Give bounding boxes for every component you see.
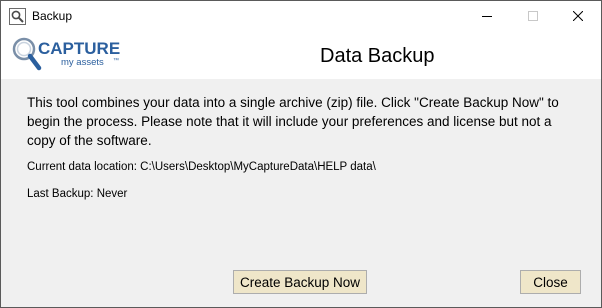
capture-logo: CAPTURE my assets ™ <box>12 37 120 71</box>
close-button[interactable]: Close <box>520 270 581 294</box>
current-location-line: Current data location: C:\Users\Desktop\… <box>27 161 376 173</box>
location-label: Current data location: <box>27 161 137 173</box>
backup-window: Backup CAPTURE my assets ™ Data Backup T… <box>0 0 602 308</box>
magnifier-icon <box>12 37 42 71</box>
description-text: This tool combines your data into a sing… <box>27 95 559 148</box>
logo-trademark: ™ <box>113 57 119 64</box>
last-backup-label: Last Backup: <box>27 188 94 200</box>
logo-brand-sub: my assets <box>61 57 104 68</box>
location-value: C:\Users\Desktop\MyCaptureData\HELP data… <box>140 161 376 173</box>
close-icon <box>573 11 583 21</box>
window-close-button[interactable] <box>555 1 601 31</box>
last-backup-line: Last Backup: Never <box>27 188 127 200</box>
minimize-button[interactable] <box>464 1 510 31</box>
window-title: Backup <box>32 9 73 23</box>
last-backup-value: Never <box>96 188 128 200</box>
app-icon <box>9 8 26 25</box>
header-band: CAPTURE my assets ™ Data Backup <box>1 31 601 79</box>
maximize-icon <box>528 11 538 21</box>
maximize-button[interactable] <box>510 1 556 31</box>
title-bar[interactable]: Backup <box>1 1 601 31</box>
main-content: This tool combines your data into a sing… <box>1 79 601 307</box>
logo-brand-main: CAPTURE <box>38 39 120 58</box>
create-backup-button[interactable]: Create Backup Now <box>233 270 367 294</box>
minimize-icon <box>482 16 492 17</box>
page-title: Data Backup <box>320 45 435 67</box>
